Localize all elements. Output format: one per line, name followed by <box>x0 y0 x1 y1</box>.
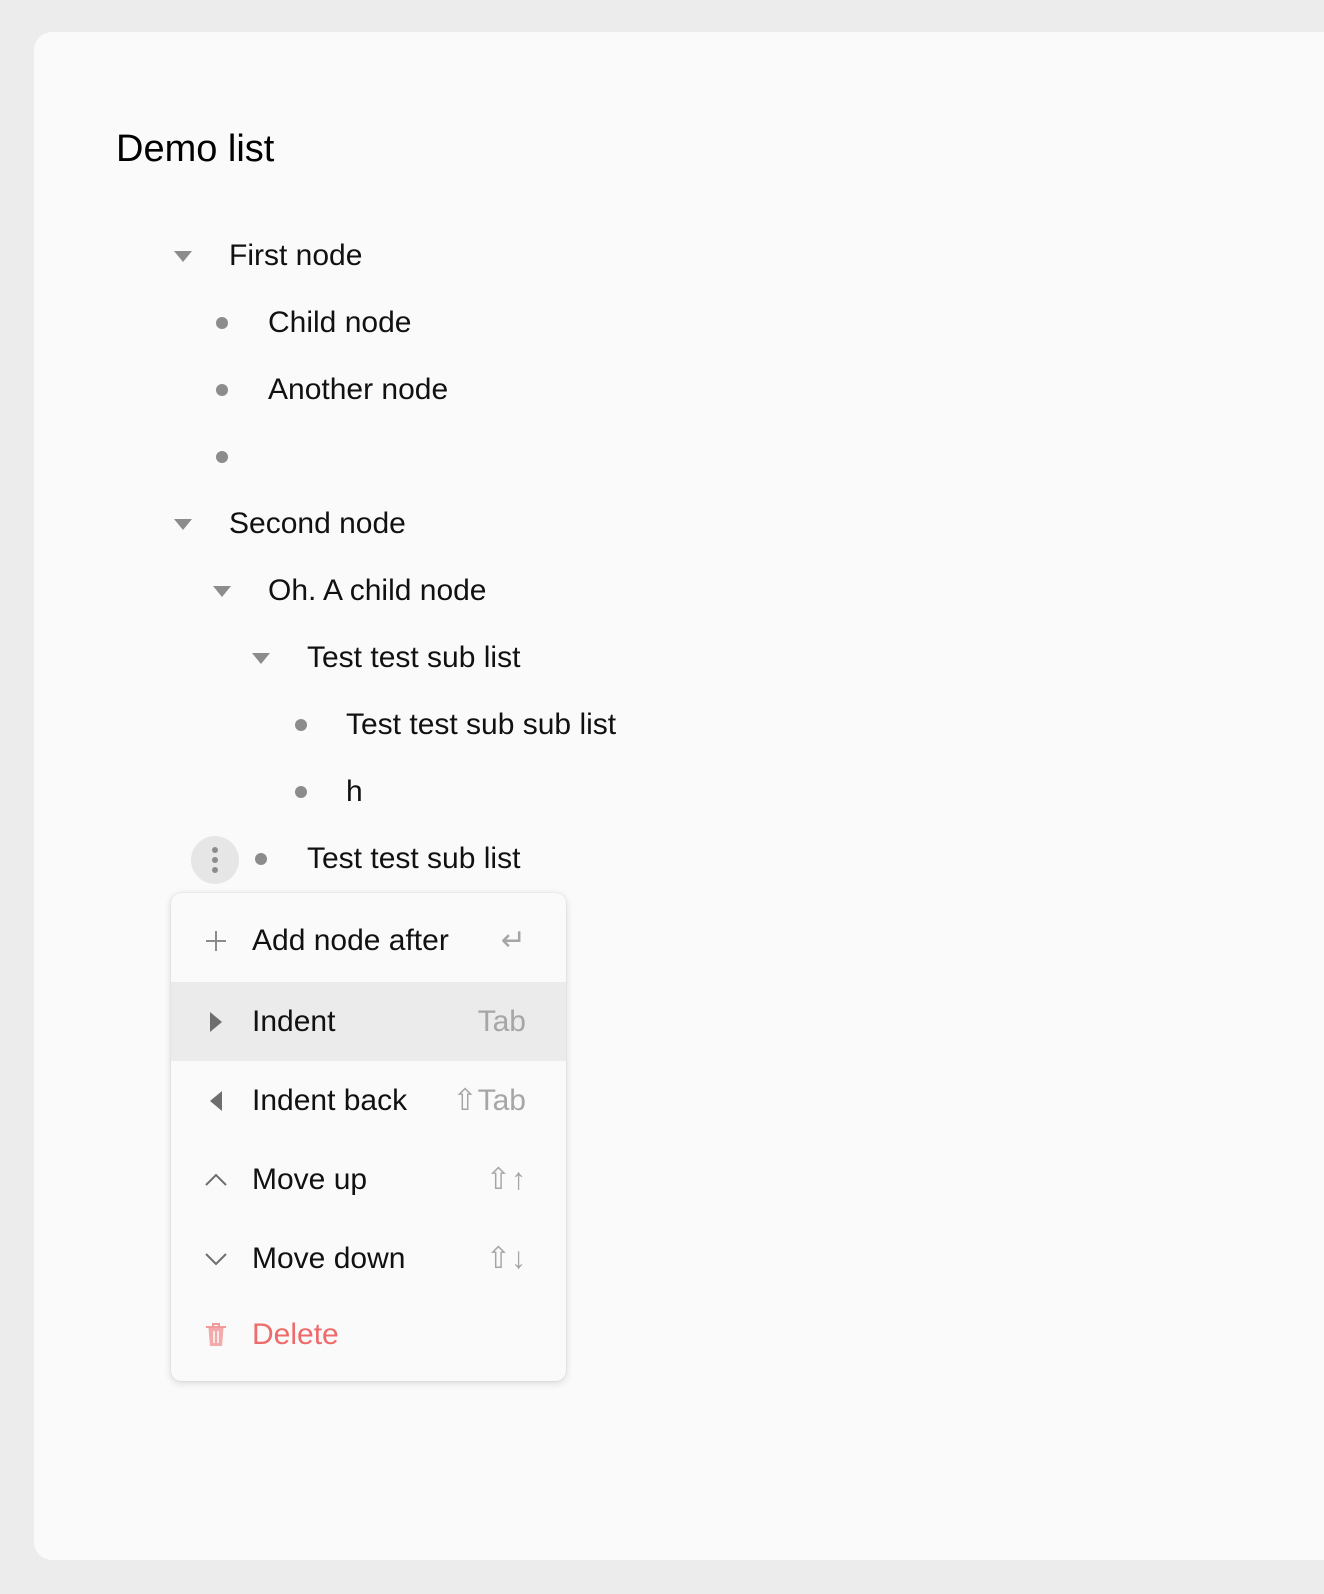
context-menu: Add node after ↵ Indent Tab Indent back … <box>171 893 566 1381</box>
menu-item-indent[interactable]: Indent Tab <box>171 982 566 1061</box>
node-text[interactable]: Child node <box>268 303 411 343</box>
menu-item-label: Move up <box>252 1163 368 1196</box>
menu-item-shortcut: Tab <box>477 1005 526 1038</box>
menu-item-delete[interactable]: Delete <box>171 1295 566 1374</box>
bullet-dot-icon[interactable] <box>289 780 313 804</box>
trash-icon <box>201 1295 231 1374</box>
menu-item-indent-back[interactable]: Indent back ⇧Tab <box>171 1061 566 1140</box>
caret-down-icon[interactable] <box>171 244 195 268</box>
node-text[interactable]: First node <box>229 236 362 276</box>
menu-item-add-node-after[interactable]: Add node after ↵ <box>171 901 566 980</box>
caret-down-icon[interactable] <box>171 512 195 536</box>
caret-down-icon[interactable] <box>210 579 234 603</box>
menu-item-label: Add node after <box>252 924 449 957</box>
chevron-up-icon <box>201 1140 231 1219</box>
more-vertical-icon[interactable] <box>191 836 239 884</box>
node-text[interactable]: Test test sub list <box>307 839 520 879</box>
bullet-dot-icon[interactable] <box>210 311 234 335</box>
bullet-dot-icon[interactable] <box>210 445 234 469</box>
node-text[interactable]: Second node <box>229 504 406 544</box>
node-text[interactable]: h <box>346 772 363 812</box>
node-text[interactable]: Test test sub sub list <box>346 705 616 745</box>
menu-item-label: Indent back <box>252 1084 408 1117</box>
menu-item-label: Delete <box>252 1318 339 1351</box>
node-text[interactable]: Oh. A child node <box>268 571 487 611</box>
page-title: Demo list <box>116 128 275 170</box>
menu-item-shortcut: ↵ <box>500 924 526 957</box>
bullet-dot-icon[interactable] <box>249 847 273 871</box>
bullet-dot-icon[interactable] <box>289 713 313 737</box>
menu-item-label: Indent <box>252 1005 336 1038</box>
menu-item-move-down[interactable]: Move down ⇧↓ <box>171 1219 566 1298</box>
menu-item-move-up[interactable]: Move up ⇧↑ <box>171 1140 566 1219</box>
plus-icon <box>201 901 231 980</box>
menu-item-shortcut: ⇧↑ <box>485 1163 526 1196</box>
triangle-left-icon <box>201 1061 231 1140</box>
menu-item-label: Move down <box>252 1242 406 1275</box>
menu-item-shortcut: ⇧Tab <box>452 1084 526 1117</box>
node-text[interactable]: Another node <box>268 370 448 410</box>
triangle-right-icon <box>201 982 231 1061</box>
caret-down-icon[interactable] <box>249 646 273 670</box>
bullet-dot-icon[interactable] <box>210 378 234 402</box>
node-text[interactable]: Test test sub list <box>307 638 520 678</box>
menu-item-shortcut: ⇧↓ <box>485 1242 526 1275</box>
chevron-down-icon <box>201 1219 231 1298</box>
